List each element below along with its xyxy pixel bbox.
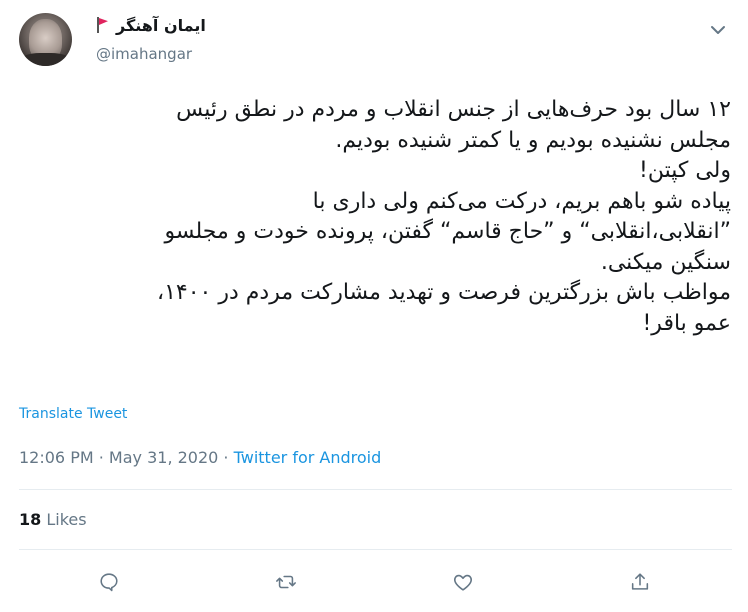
avatar-shoulders <box>19 53 72 66</box>
tweet-text: ۱۲ سال بود حرف‌هایی از جنس انقلاب و مردم… <box>18 95 731 339</box>
meta-separator: · <box>218 448 234 467</box>
translate-tweet-link[interactable]: Translate Tweet <box>19 406 127 422</box>
author-name-row[interactable]: ایمان آهنگر <box>96 14 206 36</box>
tweet-date[interactable]: May 31, 2020 <box>109 448 218 467</box>
divider <box>19 549 732 550</box>
display-name[interactable]: ایمان آهنگر <box>116 16 206 35</box>
tweet-line: پیاده شو باهم بریم، درکت می‌کنم ولی داری… <box>312 188 731 214</box>
likes-stat[interactable]: 18 Likes <box>19 510 87 529</box>
tweet-line: سنگین میکنی. <box>600 249 731 275</box>
avatar[interactable] <box>19 13 72 66</box>
tweet-line: مجلس نشنیده بودیم و یا کمتر شنیده بودیم. <box>335 127 731 153</box>
retweet-button[interactable] <box>272 568 300 596</box>
reply-icon <box>100 573 118 592</box>
tweet-line: ولی کپتن! <box>639 158 731 183</box>
heart-icon <box>453 574 473 591</box>
tweet-line: ۱۲ سال بود حرف‌هایی از جنس انقلاب و مردم… <box>176 97 731 122</box>
tweet-line: مواظب باش بزرگترین فرصت و تهدید مشارکت م… <box>157 280 731 305</box>
tweet-line: ”انقلابی،انقلابی“ و ”حاج قاسم“ گفتن، پرو… <box>164 219 732 244</box>
tweet-time[interactable]: 12:06 PM <box>19 448 94 467</box>
tweet-meta: 12:06 PM · May 31, 2020 · Twitter for An… <box>19 448 381 467</box>
retweet-icon <box>276 575 296 589</box>
likes-label: Likes <box>46 510 87 529</box>
tweet-line: عمو باقر! <box>642 310 731 336</box>
red-flag-icon <box>96 17 110 33</box>
share-icon <box>631 573 649 590</box>
divider <box>19 489 732 490</box>
meta-separator: · <box>93 448 109 467</box>
share-button[interactable] <box>626 568 654 596</box>
reply-button[interactable] <box>95 568 123 596</box>
tweet-source-link[interactable]: Twitter for Android <box>234 448 382 467</box>
chevron-down-icon[interactable] <box>706 18 730 42</box>
like-button[interactable] <box>449 568 477 596</box>
user-handle[interactable]: @imahangar <box>96 45 192 63</box>
likes-count: 18 <box>19 510 42 529</box>
